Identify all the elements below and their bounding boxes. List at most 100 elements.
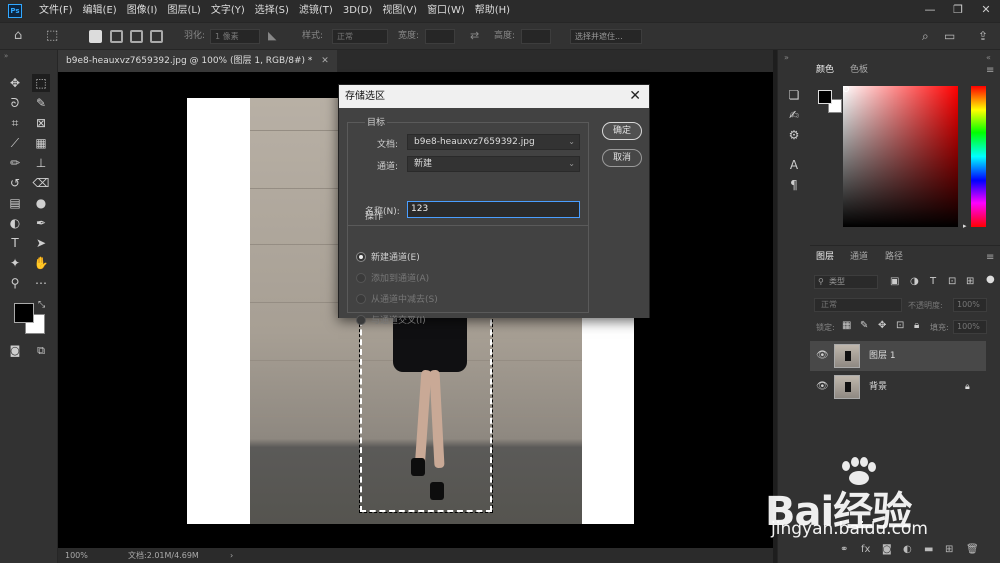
restore-icon[interactable]: ❐ [944, 0, 972, 22]
cancel-button[interactable]: 取消 [602, 149, 642, 167]
feather-input[interactable]: 1 像素 [210, 29, 260, 44]
tab-swatches[interactable]: 色板 [850, 60, 868, 80]
shape-tool-icon[interactable]: ✦ [6, 254, 24, 272]
type-tool-icon[interactable]: T [6, 234, 24, 252]
menu-select[interactable]: 选择(S) [250, 0, 294, 22]
radio-new-channel-label[interactable]: 新建通道(E) [371, 250, 420, 263]
width-input[interactable] [425, 29, 455, 44]
radio-add-to-channel-label[interactable]: 添加到通道(A) [371, 271, 429, 284]
menu-window[interactable]: 窗口(W) [422, 0, 470, 22]
filter-smart-icon[interactable]: ⊞ [966, 276, 974, 287]
layer-style-icon[interactable]: fx [861, 544, 870, 555]
lock-artboard-icon[interactable]: ⊡ [896, 320, 904, 331]
collapse-dock-icon[interactable]: » [784, 53, 789, 62]
radio-new-channel[interactable] [356, 252, 366, 262]
radio-add-to-channel[interactable] [356, 273, 366, 283]
quick-select-tool-icon[interactable]: ✎ [32, 94, 50, 112]
swap-icon[interactable]: ⇄ [470, 23, 479, 51]
radio-subtract-from-channel[interactable] [356, 294, 366, 304]
menu-3d[interactable]: 3D(D) [338, 0, 378, 22]
brush-panel-icon[interactable]: ✍ [785, 106, 803, 124]
zoom-tool-icon[interactable]: ⚲ [6, 274, 24, 292]
frame-tool-icon[interactable]: ⊠ [32, 114, 50, 132]
search-icon[interactable]: ⌕ [922, 23, 929, 51]
blend-mode-select[interactable]: 正常 [814, 298, 902, 312]
layers-panel-menu-icon[interactable]: ≡ [986, 252, 994, 263]
adjustments-panel-icon[interactable]: ⚙ [785, 126, 803, 144]
color-picker-cursor[interactable] [843, 86, 849, 92]
filter-toggle-icon[interactable]: ● [986, 274, 995, 285]
screen-mode-icon[interactable]: ⧉ [32, 342, 50, 360]
patch-tool-icon[interactable]: ▦ [32, 134, 50, 152]
filter-adjust-icon[interactable]: ◑ [910, 276, 919, 287]
lock-move-icon[interactable]: ✥ [878, 320, 886, 331]
subtract-selection-icon[interactable] [130, 30, 143, 43]
radio-intersect-label[interactable]: 与通道交叉(I) [371, 313, 426, 326]
new-adjustment-icon[interactable]: ◐ [903, 544, 912, 555]
hand-tool-icon[interactable]: ✋ [32, 254, 50, 272]
tab-color[interactable]: 颜色 [816, 60, 834, 80]
intersect-selection-icon[interactable] [150, 30, 163, 43]
more-tools-icon[interactable]: ⋯ [32, 274, 50, 292]
dodge-tool-icon[interactable]: ◐ [6, 214, 24, 232]
tab-layers[interactable]: 图层 [816, 247, 834, 267]
eyedropper-tool-icon[interactable]: ⟋ [6, 134, 24, 152]
collapse-panels-icon[interactable]: « [986, 53, 991, 62]
panel-fg-swatch[interactable] [818, 90, 832, 104]
menu-type[interactable]: 文字(Y) [206, 0, 250, 22]
channel-select[interactable]: 新建 ⌄ [407, 156, 580, 172]
lock-transparent-icon[interactable]: ▦ [842, 320, 851, 331]
height-input[interactable] [521, 29, 551, 44]
add-selection-icon[interactable] [110, 30, 123, 43]
home-icon[interactable]: ⌂ [14, 23, 22, 51]
new-group-icon[interactable]: ▬ [924, 544, 933, 555]
history-brush-icon[interactable]: ↺ [6, 174, 24, 192]
status-menu-icon[interactable]: › [230, 548, 233, 563]
color-panel-menu-icon[interactable]: ≡ [986, 65, 994, 76]
filter-shape-icon[interactable]: ⊡ [948, 276, 956, 287]
history-panel-icon[interactable]: ❏ [785, 86, 803, 104]
anti-alias-icon[interactable]: ◣ [268, 23, 276, 51]
layer-row-layer1[interactable]: 👁︎ 图层 1 [810, 341, 986, 371]
name-input[interactable]: 123 [407, 201, 580, 218]
zoom-level[interactable]: 100% [65, 548, 88, 563]
select-and-mask-button[interactable]: 选择并遮住... [570, 29, 642, 44]
menu-layer[interactable]: 图层(L) [162, 0, 205, 22]
collapse-tools-icon[interactable]: » [4, 52, 8, 60]
visibility-eye-icon[interactable]: 👁︎ [816, 372, 829, 402]
document-tab[interactable]: b9e8-heauxvz7659392.jpg @ 100% (图层 1, RG… [58, 50, 337, 72]
ok-button[interactable]: 确定 [602, 122, 642, 140]
marquee-preset-icon[interactable]: ⬚ [46, 23, 58, 51]
crop-tool-icon[interactable]: ⌗ [6, 114, 24, 132]
add-mask-icon[interactable]: ◙ [882, 544, 892, 555]
layer-lock-icon[interactable]: 🔒︎ [965, 372, 970, 402]
new-selection-icon[interactable] [89, 30, 102, 43]
radio-intersect-channel[interactable] [356, 315, 366, 325]
hue-slider-handle-icon[interactable]: ▸ [963, 222, 967, 230]
visibility-eye-icon[interactable]: 👁︎ [816, 341, 829, 371]
stamp-tool-icon[interactable]: ⊥ [32, 154, 50, 172]
filter-pixel-icon[interactable]: ▣ [890, 276, 899, 287]
color-spectrum[interactable] [843, 86, 958, 227]
close-icon[interactable]: ✕ [972, 0, 1000, 22]
lasso-tool-icon[interactable]: ᘐ [6, 94, 24, 112]
tab-paths[interactable]: 路径 [885, 247, 903, 267]
rect-marquee-tool-icon[interactable]: ⬚ [32, 74, 50, 92]
menu-view[interactable]: 视图(V) [377, 0, 422, 22]
swap-colors-icon[interactable]: ⤡ [38, 300, 45, 310]
hue-slider[interactable] [971, 86, 986, 227]
quick-mask-icon[interactable]: ◙ [6, 342, 24, 360]
style-select[interactable]: 正常 [332, 29, 388, 44]
menu-help[interactable]: 帮助(H) [470, 0, 515, 22]
lock-all-icon[interactable]: 🔒︎ [914, 320, 919, 331]
blur-tool-icon[interactable]: ● [32, 194, 50, 212]
eraser-tool-icon[interactable]: ⌫ [32, 174, 50, 192]
link-layers-icon[interactable]: ⚭ [840, 544, 848, 555]
workspace-icon[interactable]: ▭ [944, 23, 955, 51]
character-panel-icon[interactable]: A [785, 156, 803, 174]
dialog-close-icon[interactable]: ✕ [629, 85, 641, 108]
opacity-input[interactable]: 100% [953, 298, 987, 312]
foreground-color-swatch[interactable] [14, 303, 34, 323]
minimize-icon[interactable]: — [916, 0, 944, 22]
path-select-tool-icon[interactable]: ➤ [32, 234, 50, 252]
